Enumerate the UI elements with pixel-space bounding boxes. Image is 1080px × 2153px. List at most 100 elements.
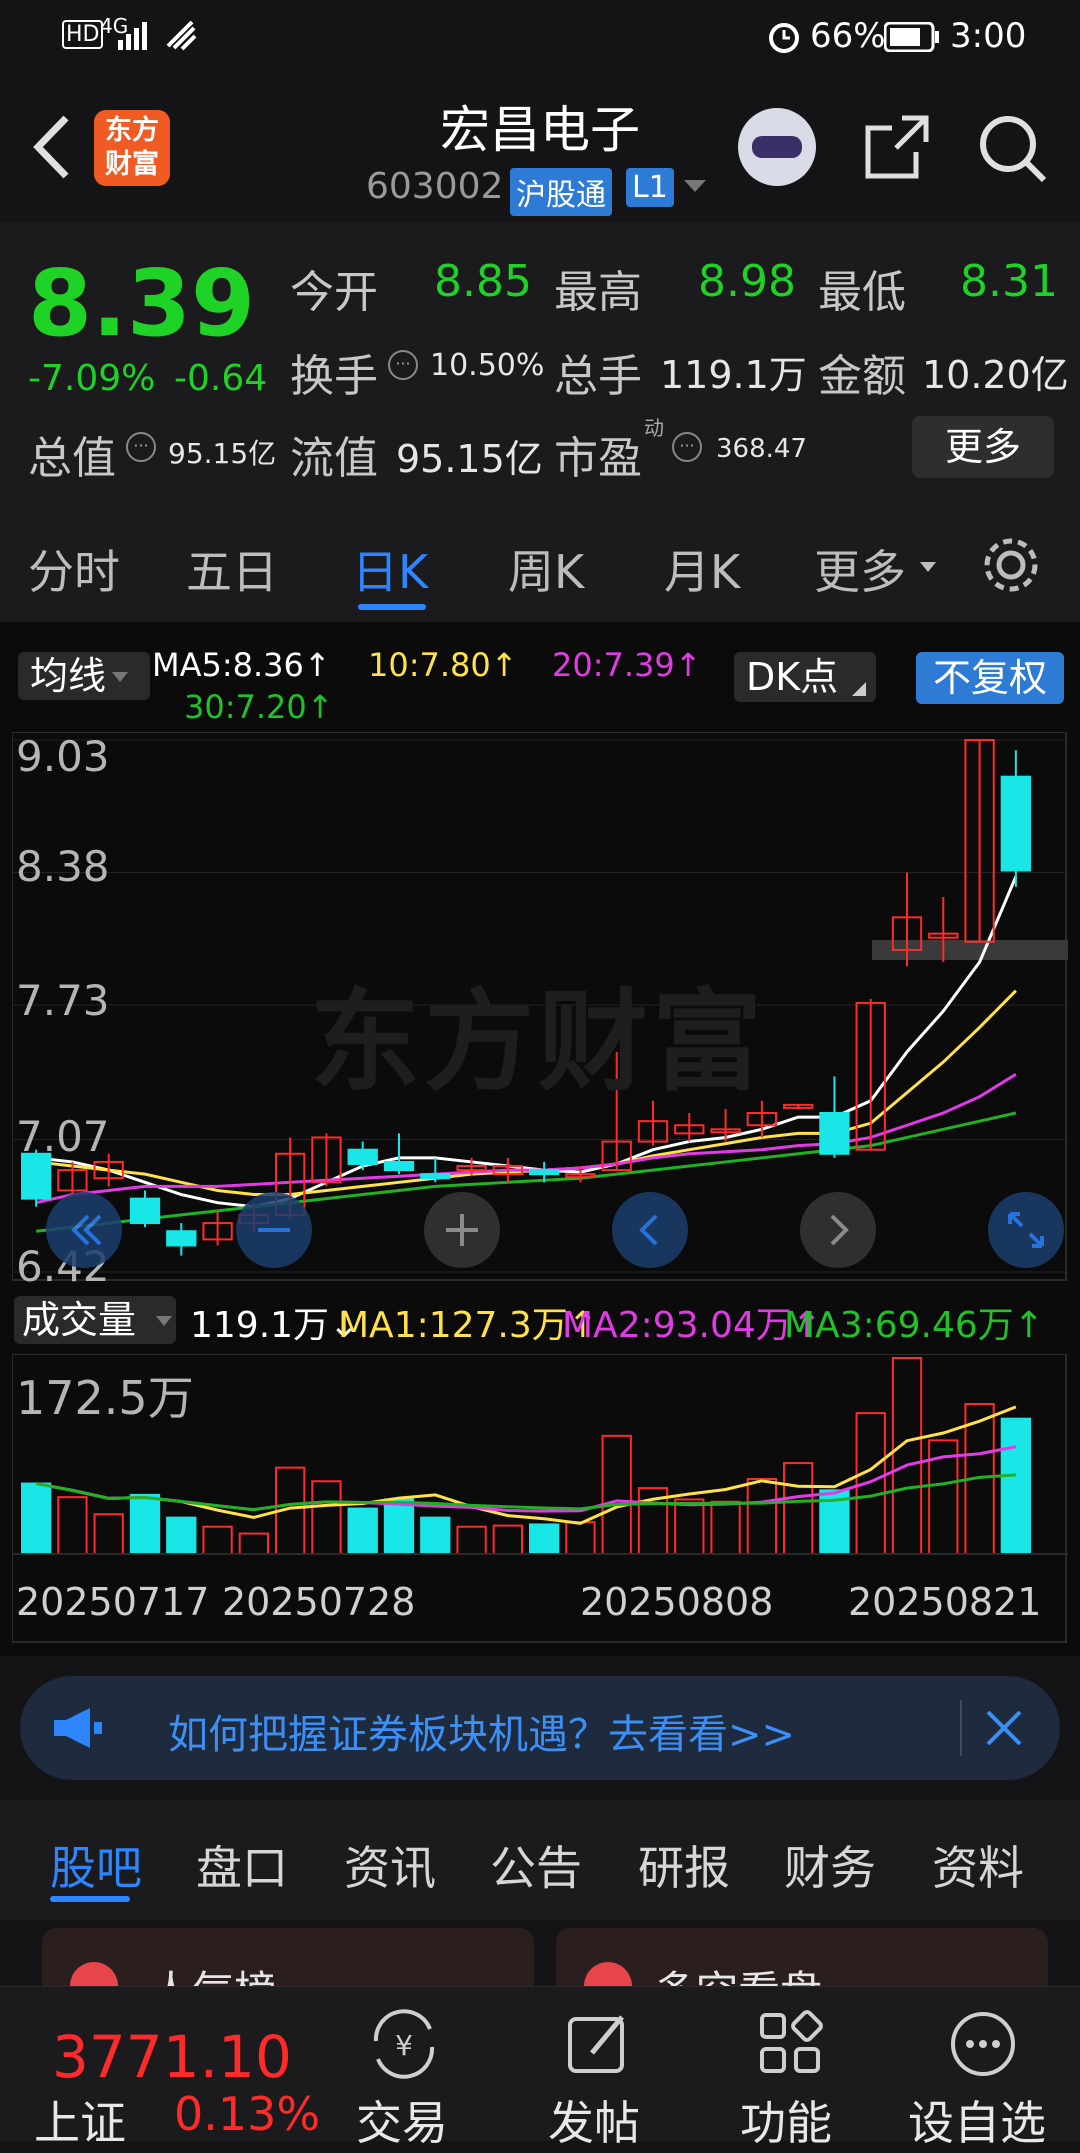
adjustment-toggle[interactable]: 不复权 bbox=[916, 652, 1064, 704]
date-tick: 20250821 bbox=[848, 1580, 1042, 1624]
apps-grid-icon bbox=[760, 2010, 823, 2073]
hd-icon: HD bbox=[62, 20, 104, 49]
quote-panel: 8.39 -7.09% -0.64 总值 ··· 95.15亿 今开 8.85 … bbox=[0, 222, 1080, 504]
y-tick: 8.38 bbox=[16, 842, 110, 891]
caret-down-icon bbox=[920, 562, 936, 572]
volume-bar bbox=[202, 1525, 233, 1556]
tab-five-day[interactable]: 五日 bbox=[186, 536, 278, 602]
more-dots-icon bbox=[951, 2012, 1015, 2076]
volume-bar bbox=[710, 1500, 741, 1556]
candle-body bbox=[129, 1197, 161, 1225]
nav-post[interactable]: 发帖 bbox=[548, 2087, 640, 2153]
stock-code: 603002 bbox=[366, 166, 504, 207]
card-title: 多空看盘 bbox=[654, 1958, 822, 1988]
svg-text:¥: ¥ bbox=[395, 2029, 413, 2062]
scroll-right-button[interactable] bbox=[800, 1192, 876, 1268]
volume-bar bbox=[166, 1516, 197, 1555]
alarm-icon bbox=[769, 23, 799, 53]
candle-body bbox=[383, 1160, 415, 1172]
scroll-left-button[interactable] bbox=[612, 1192, 688, 1268]
ma5-label: MA5:8.36↑ bbox=[152, 646, 331, 684]
y-tick: 7.73 bbox=[16, 976, 110, 1025]
more-button[interactable]: 更多 bbox=[912, 416, 1054, 478]
nav-trade[interactable]: 交易 bbox=[356, 2087, 448, 2153]
ma20-label: 20:7.39↑ bbox=[552, 646, 702, 684]
corner-triangle-icon bbox=[852, 682, 866, 696]
card-title: 人气榜 bbox=[150, 1958, 276, 1988]
volume-bar bbox=[129, 1493, 161, 1555]
vol-ma2-label: MA2:93.04万↑ bbox=[562, 1305, 822, 1346]
volume-bar bbox=[492, 1524, 524, 1556]
volume-bar bbox=[383, 1498, 415, 1556]
fullscreen-button[interactable] bbox=[988, 1192, 1064, 1268]
share-icon[interactable] bbox=[862, 112, 932, 182]
field-value: 8.31 bbox=[960, 256, 1058, 307]
clock: 3:00 bbox=[950, 16, 1027, 56]
info-icon[interactable]: ··· bbox=[126, 432, 156, 462]
scroll-left-fast-button[interactable] bbox=[46, 1192, 122, 1268]
ma10-label: 10:7.80↑ bbox=[368, 646, 518, 684]
tab-profile[interactable]: 资料 bbox=[932, 1832, 1024, 1898]
field-value: 10.20亿 bbox=[922, 353, 1069, 397]
popularity-card[interactable]: 人气榜 bbox=[42, 1928, 534, 1988]
vs-icon bbox=[584, 1962, 632, 1988]
field-value: 95.15亿 bbox=[168, 437, 277, 470]
chevron-down-icon[interactable] bbox=[682, 176, 708, 196]
tab-research[interactable]: 研报 bbox=[638, 1832, 730, 1898]
compose-icon bbox=[568, 2015, 624, 2073]
field-label: 最低 bbox=[818, 267, 906, 318]
ma-selector[interactable]: 均线 bbox=[18, 652, 151, 700]
vol-ma1-label: MA1:127.3万↑ bbox=[338, 1305, 598, 1346]
field-label: 流值 bbox=[290, 433, 378, 484]
field-value: 95.15亿 bbox=[396, 437, 543, 481]
field-label: 金额 bbox=[818, 351, 906, 402]
caret-down-icon bbox=[156, 1316, 172, 1326]
close-icon[interactable] bbox=[982, 1706, 1026, 1750]
settings-gear-icon[interactable] bbox=[980, 534, 1042, 596]
field-label: 总手 bbox=[554, 351, 642, 402]
date-tick: 20250808 bbox=[580, 1580, 774, 1624]
candle-body bbox=[1000, 775, 1032, 872]
zoom-in-button[interactable] bbox=[424, 1192, 500, 1268]
tab-financials[interactable]: 财务 bbox=[784, 1832, 876, 1898]
tab-order-book[interactable]: 盘口 bbox=[196, 1832, 288, 1898]
fire-icon bbox=[70, 1962, 118, 1988]
volume-bar bbox=[57, 1496, 88, 1555]
volume-bar bbox=[93, 1513, 124, 1556]
vol-ma3-label: MA3:69.46万↑ bbox=[784, 1305, 1044, 1346]
field-value: 119.1万 bbox=[660, 353, 807, 397]
tab-intraday[interactable]: 分时 bbox=[28, 536, 120, 602]
long-short-card[interactable]: 多空看盘 bbox=[556, 1928, 1048, 1988]
tab-monthly-k[interactable]: 月K bbox=[664, 536, 740, 602]
robot-assistant-icon[interactable] bbox=[738, 108, 816, 186]
tab-news[interactable]: 资讯 bbox=[344, 1832, 436, 1898]
search-icon[interactable] bbox=[976, 112, 1050, 186]
volume-current: 119.1万↓ bbox=[190, 1305, 360, 1346]
tab-more[interactable]: 更多 bbox=[814, 536, 906, 602]
battery-icon bbox=[884, 22, 939, 52]
promo-banner[interactable]: 如何把握证券板块机遇？去看看>> bbox=[20, 1676, 1060, 1780]
index-value[interactable]: 3771.10 bbox=[52, 2023, 292, 2091]
nav-watchlist[interactable]: 设自选 bbox=[908, 2087, 1046, 2153]
candle-body bbox=[819, 1112, 850, 1155]
vol-ma3-line bbox=[35, 1473, 1016, 1512]
nav-functions[interactable]: 功能 bbox=[740, 2087, 832, 2153]
field-value: 8.98 bbox=[698, 256, 796, 307]
tab-announcements[interactable]: 公告 bbox=[490, 1832, 582, 1898]
tab-weekly-k[interactable]: 周K bbox=[508, 536, 584, 602]
caret-down-icon bbox=[112, 672, 128, 682]
volume-bar bbox=[1000, 1417, 1032, 1555]
volume-bar bbox=[311, 1480, 342, 1555]
candle-body bbox=[420, 1173, 451, 1180]
info-icon[interactable]: ··· bbox=[672, 432, 702, 462]
volume-selector[interactable]: 成交量 bbox=[14, 1296, 177, 1344]
info-icon[interactable]: ··· bbox=[388, 350, 418, 380]
index-name: 上证 bbox=[34, 2096, 126, 2150]
ma30-label: 30:7.20↑ bbox=[184, 688, 334, 726]
banner-divider bbox=[960, 1700, 962, 1756]
tab-guba[interactable]: 股吧 bbox=[50, 1832, 142, 1898]
zoom-out-button[interactable] bbox=[236, 1192, 312, 1268]
field-label: 市盈 bbox=[554, 433, 642, 484]
tab-daily-k[interactable]: 日K bbox=[352, 536, 428, 602]
y-tick: 9.03 bbox=[16, 732, 110, 781]
